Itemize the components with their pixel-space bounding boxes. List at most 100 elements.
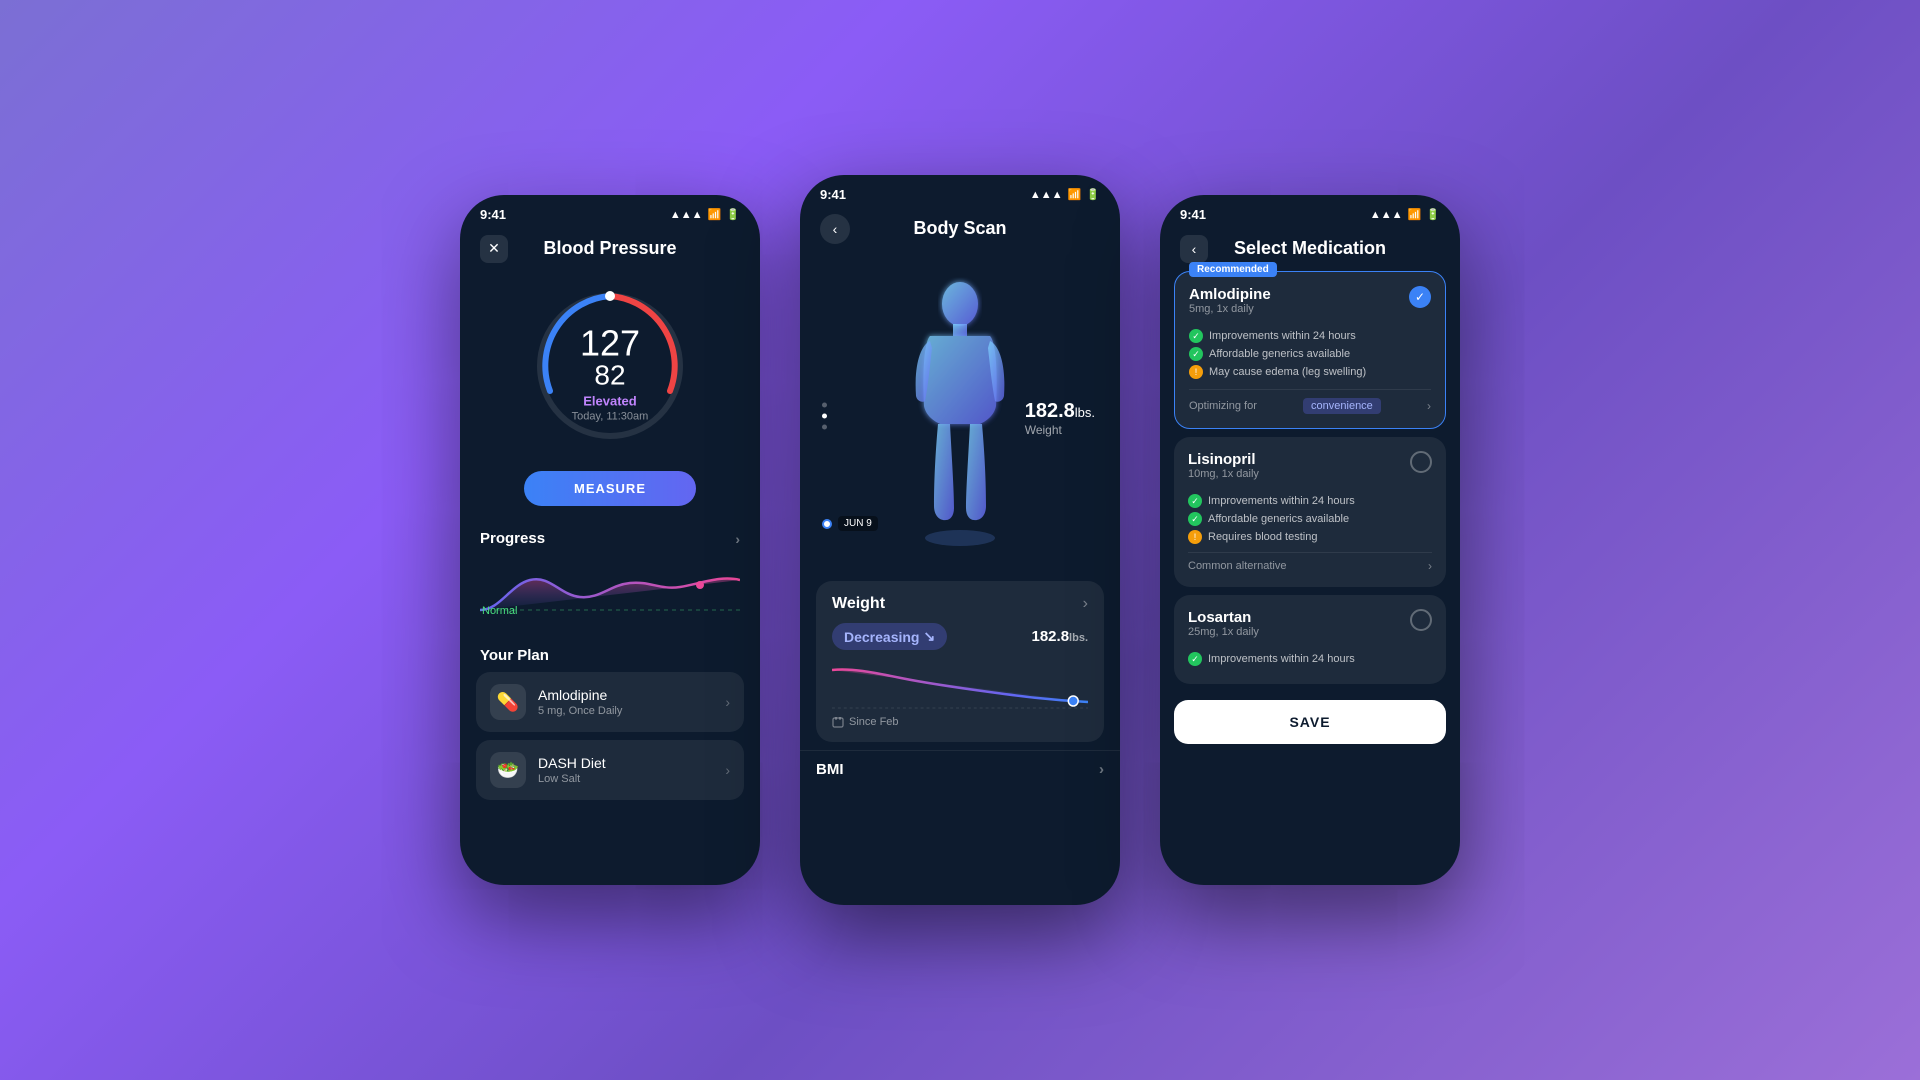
signal-icon-r: ▲▲▲ — [1370, 209, 1403, 221]
date-dot-circle — [822, 519, 832, 529]
battery-icon: 🔋 — [726, 208, 740, 221]
benefit-row-a3: ! May cause edema (leg swelling) — [1189, 365, 1431, 379]
plan-header: Your Plan — [460, 635, 760, 672]
back-button-center[interactable]: ‹ — [820, 214, 850, 244]
weight-card-title: Weight — [832, 595, 885, 613]
time-center: 9:41 — [820, 187, 846, 202]
recommended-badge: Recommended — [1189, 262, 1277, 277]
weight-current-value: 182.8lbs. — [1032, 628, 1089, 645]
battery-icon-c: 🔋 — [1086, 188, 1100, 201]
bmi-arrow-icon: › — [1099, 761, 1104, 778]
med-name-lisinopril: Lisinopril — [1188, 451, 1259, 468]
weight-card-header: Weight › — [832, 595, 1088, 613]
plan-chevron-amlodipine: › — [725, 694, 730, 710]
med-losartan-info: Losartan 25mg, 1x daily — [1188, 609, 1259, 648]
med-check-amlodipine: ✓ — [1409, 286, 1431, 308]
optimize-arrow-icon[interactable]: › — [1427, 399, 1431, 413]
gauge-container: 127 82 Elevated Today, 11:30am — [460, 271, 760, 467]
med-radio-lisinopril[interactable] — [1410, 451, 1432, 473]
since-feb-label: Since Feb — [849, 716, 899, 728]
status-icons-right: ▲▲▲ 📶 🔋 — [1370, 208, 1440, 221]
plan-chevron-dash: › — [725, 762, 730, 778]
benefit-text-l2: Affordable generics available — [1208, 513, 1349, 525]
benefit-dot-yellow-a3: ! — [1189, 365, 1203, 379]
measure-btn-container: MEASURE — [460, 467, 760, 506]
gauge-values: 127 82 Elevated Today, 11:30am — [572, 325, 649, 422]
scan-dots — [822, 403, 827, 430]
signal-icon: ▲▲▲ — [670, 209, 703, 221]
time-right: 9:41 — [1180, 207, 1206, 222]
benefit-row-l2: ✓ Affordable generics available — [1188, 512, 1432, 526]
plan-icon-dash: 🥗 — [490, 752, 526, 788]
page-title-bp: Blood Pressure — [543, 238, 676, 259]
med-card-amlodipine[interactable]: Recommended Amlodipine 5mg, 1x daily ✓ ✓… — [1174, 271, 1446, 429]
weight-chart-svg — [832, 660, 1088, 710]
benefit-text-l1: Improvements within 24 hours — [1208, 495, 1355, 507]
weight-card-arrow-icon[interactable]: › — [1083, 595, 1088, 613]
plan-info-amlodipine: Amlodipine 5 mg, Once Daily — [538, 687, 713, 717]
systolic-value: 127 — [572, 325, 649, 361]
close-button[interactable]: ✕ — [480, 235, 508, 263]
plan-sub-dash: Low Salt — [538, 773, 713, 785]
benefit-text-a2: Affordable generics available — [1209, 348, 1350, 360]
progress-arrow-icon[interactable]: › — [735, 531, 740, 547]
benefit-text-a3: May cause edema (leg swelling) — [1209, 366, 1366, 378]
med-lisinopril-info: Lisinopril 10mg, 1x daily — [1188, 451, 1259, 490]
weight-value-overlay: 182.8 — [1025, 400, 1075, 422]
status-bar-right: 9:41 ▲▲▲ 📶 🔋 — [1160, 195, 1460, 230]
normal-label: Normal — [482, 605, 517, 617]
phone-right: 9:41 ▲▲▲ 📶 🔋 ‹ Select Medication Recomme… — [1160, 195, 1460, 885]
benefit-row-l1: ✓ Improvements within 24 hours — [1188, 494, 1432, 508]
date-dot: JUN 9 — [822, 516, 878, 531]
med-name-amlodipine: Amlodipine — [1189, 286, 1271, 303]
weight-overlay: 182.8lbs. Weight — [1025, 400, 1095, 437]
benefit-row-a2: ✓ Affordable generics available — [1189, 347, 1431, 361]
plan-item-dash[interactable]: 🥗 DASH Diet Low Salt › — [476, 740, 744, 800]
back-button-med[interactable]: ‹ — [1180, 235, 1208, 263]
optimize-tag: convenience — [1303, 398, 1381, 414]
med-radio-losartan[interactable] — [1410, 609, 1432, 631]
benefit-dot-yellow-l3: ! — [1188, 530, 1202, 544]
common-arrow-icon[interactable]: › — [1428, 559, 1432, 573]
time-left: 9:41 — [480, 207, 506, 222]
progress-label: Progress — [480, 530, 545, 547]
body-scan-area: 182.8lbs. Weight JUN 9 — [800, 251, 1120, 581]
med-amlodipine-info: Amlodipine 5mg, 1x daily — [1189, 286, 1271, 325]
scan-dot-1 — [822, 403, 827, 408]
center-header: ‹ Body Scan — [800, 210, 1120, 251]
close-icon: ✕ — [488, 240, 500, 257]
benefit-row-lo1: ✓ Improvements within 24 hours — [1188, 652, 1432, 666]
measure-button[interactable]: MEASURE — [524, 471, 696, 506]
status-icons-center: ▲▲▲ 📶 🔋 — [1030, 188, 1100, 201]
plan-item-amlodipine[interactable]: 💊 Amlodipine 5 mg, Once Daily › — [476, 672, 744, 732]
med-dosage-losartan: 25mg, 1x daily — [1188, 626, 1259, 638]
save-button[interactable]: SAVE — [1174, 700, 1446, 744]
benefit-text-lo1: Improvements within 24 hours — [1208, 653, 1355, 665]
optimize-label: Optimizing for — [1189, 400, 1257, 412]
benefit-text-a1: Improvements within 24 hours — [1209, 330, 1356, 342]
plan-sub-amlodipine: 5 mg, Once Daily — [538, 705, 713, 717]
common-row: Common alternative › — [1188, 552, 1432, 573]
med-card-losartan[interactable]: Losartan 25mg, 1x daily ✓ Improvements w… — [1174, 595, 1446, 684]
since-feb: Since Feb — [832, 716, 1088, 728]
wifi-icon: 📶 — [708, 208, 722, 221]
page-title-med: Select Medication — [1234, 238, 1386, 259]
med-card-lisinopril[interactable]: Lisinopril 10mg, 1x daily ✓ Improvements… — [1174, 437, 1446, 587]
optimize-row: Optimizing for convenience › — [1189, 389, 1431, 414]
diastolic-value: 82 — [572, 361, 649, 389]
med-dosage-lisinopril: 10mg, 1x daily — [1188, 468, 1259, 480]
med-card-losartan-header: Losartan 25mg, 1x daily — [1188, 609, 1432, 648]
wifi-icon-c: 📶 — [1068, 188, 1082, 201]
med-dosage-amlodipine: 5mg, 1x daily — [1189, 303, 1271, 315]
signal-icon-c: ▲▲▲ — [1030, 189, 1063, 201]
calendar-icon — [832, 716, 844, 728]
decreasing-badge: Decreasing ↘ — [832, 623, 947, 650]
date-label: JUN 9 — [838, 516, 878, 531]
bmi-row[interactable]: BMI › — [800, 750, 1120, 788]
benefit-row-l3: ! Requires blood testing — [1188, 530, 1432, 544]
benefit-text-l3: Requires blood testing — [1208, 531, 1317, 543]
plan-info-dash: DASH Diet Low Salt — [538, 755, 713, 785]
common-label: Common alternative — [1188, 560, 1286, 572]
progress-header: Progress › — [460, 518, 760, 555]
progress-chart: Normal — [460, 555, 760, 635]
